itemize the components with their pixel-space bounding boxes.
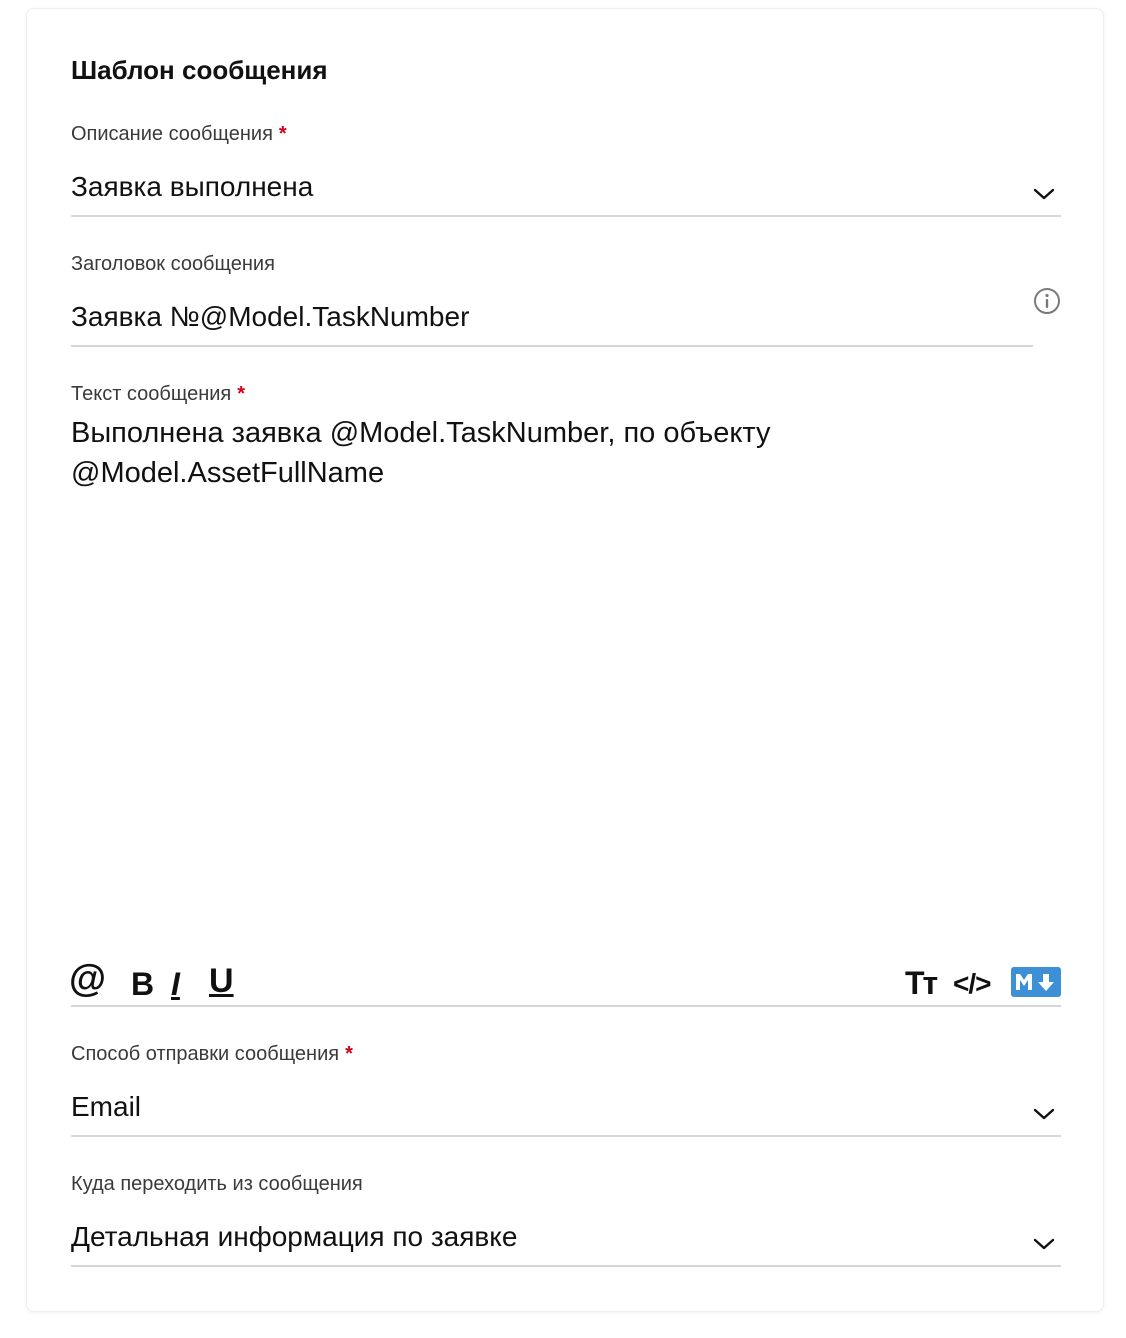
mention-button[interactable]: @	[69, 959, 106, 999]
markdown-icon[interactable]	[1011, 967, 1061, 997]
navigate-to-underline	[71, 1265, 1061, 1267]
navigate-to-select[interactable]: Детальная информация по заявке	[71, 1219, 1061, 1269]
italic-button[interactable]: I	[171, 964, 180, 1004]
body-label-text: Текст сообщения	[71, 383, 232, 405]
body-line-1: Выполнена заявка @Model.TaskNumber, по о…	[71, 417, 771, 449]
body-underline	[71, 1005, 1061, 1007]
description-select[interactable]: Заявка выполнена	[71, 169, 1061, 219]
code-button[interactable]: </>	[953, 964, 991, 1004]
required-mark: *	[345, 1043, 353, 1065]
send-method-label-text: Способ отправки сообщения	[71, 1043, 340, 1065]
info-icon[interactable]	[1033, 287, 1061, 315]
subject-input[interactable]: Заявка №@Model.TaskNumber	[71, 299, 1033, 347]
subject-label: Заголовок сообщения	[71, 253, 275, 275]
body-label: Текст сообщения *	[71, 383, 245, 406]
send-method-select[interactable]: Email	[71, 1089, 1061, 1139]
description-value: Заявка выполнена	[71, 171, 314, 202]
underline-button[interactable]: U	[209, 961, 234, 1001]
section-title: Шаблон сообщения	[71, 55, 328, 85]
body-textarea[interactable]: Выполнена заявка @Model.TaskNumber, по о…	[71, 413, 1031, 933]
font-size-button[interactable]: Тт	[905, 963, 938, 1003]
required-mark: *	[237, 383, 246, 405]
navigate-to-label: Куда переходить из сообщения	[71, 1173, 363, 1195]
subject-value: Заявка №@Model.TaskNumber	[71, 301, 470, 332]
send-method-value: Email	[71, 1091, 142, 1122]
send-method-label: Способ отправки сообщения *	[71, 1043, 353, 1066]
description-underline	[71, 215, 1061, 217]
chevron-down-icon[interactable]	[1033, 1237, 1055, 1251]
message-template-card: Шаблон сообщения Описание сообщения * Зая…	[26, 8, 1104, 1312]
chevron-down-icon[interactable]	[1033, 187, 1055, 201]
send-method-underline	[71, 1135, 1061, 1137]
navigate-to-value: Детальная информация по заявке	[71, 1221, 518, 1252]
body-line-2: @Model.AssetFullName	[71, 457, 385, 489]
description-label: Описание сообщения *	[71, 123, 287, 146]
chevron-down-icon[interactable]	[1033, 1107, 1055, 1121]
description-label-text: Описание сообщения	[71, 123, 273, 145]
bold-button[interactable]: B	[131, 964, 154, 1004]
subject-underline	[71, 345, 1033, 347]
required-mark: *	[278, 123, 287, 145]
